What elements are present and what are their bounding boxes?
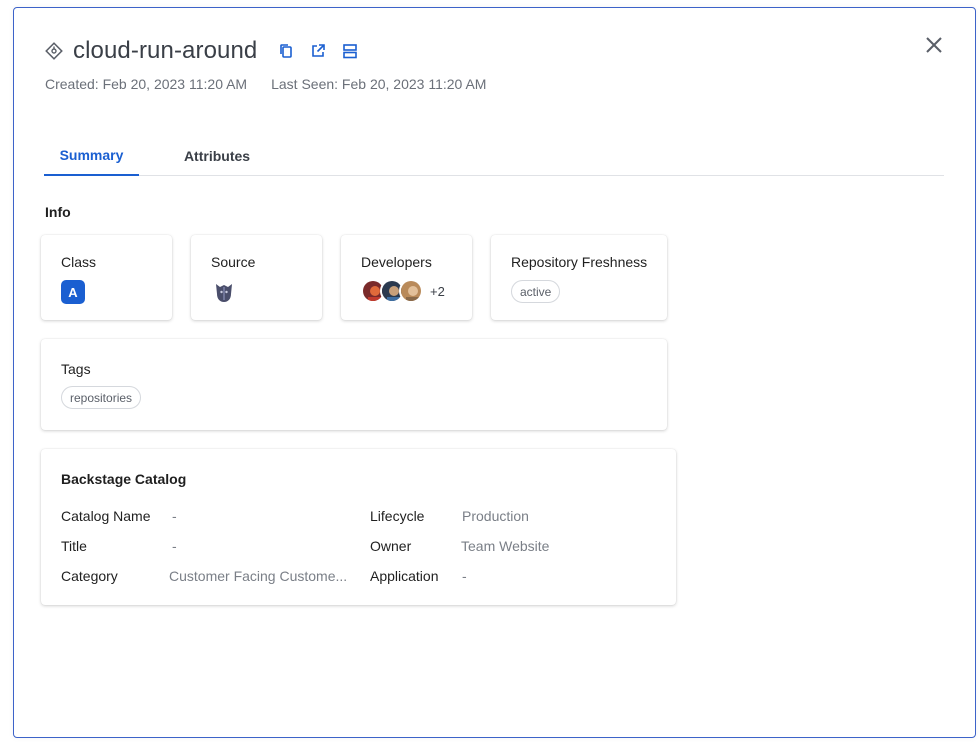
developers-label: Developers bbox=[361, 254, 432, 270]
page-title: cloud-run-around bbox=[73, 37, 258, 64]
class-label: Class bbox=[61, 254, 97, 270]
class-badge: A bbox=[61, 280, 85, 304]
owner-value: Team Website bbox=[461, 538, 550, 554]
lifecycle-label: Lifecycle bbox=[370, 508, 425, 524]
tab-bar: Summary Attributes bbox=[44, 135, 944, 176]
freshness-label: Repository Freshness bbox=[511, 254, 648, 270]
title-row: cloud-run-around bbox=[44, 36, 359, 66]
more-developers-count[interactable]: +2 bbox=[430, 284, 445, 299]
backstage-catalog-card: Backstage Catalog Catalog Name - Title -… bbox=[41, 449, 676, 605]
created-timestamp: Created: Feb 20, 2023 11:20 AM bbox=[45, 76, 248, 92]
source-card: Source bbox=[191, 235, 322, 320]
close-icon[interactable] bbox=[923, 34, 945, 56]
lifecycle-value: Production bbox=[462, 508, 529, 524]
category-value: Customer Facing Custome... bbox=[169, 568, 348, 584]
last-seen-timestamp: Last Seen: Feb 20, 2023 11:20 AM bbox=[271, 76, 487, 92]
tab-summary[interactable]: Summary bbox=[44, 135, 139, 176]
open-external-icon[interactable] bbox=[309, 42, 327, 60]
title-value: - bbox=[172, 538, 177, 554]
split-view-icon[interactable] bbox=[341, 42, 359, 60]
developers-card: Developers +2 bbox=[341, 235, 472, 320]
catalog-title: Backstage Catalog bbox=[61, 471, 187, 487]
copy-icon[interactable] bbox=[277, 42, 295, 60]
entity-detail-panel: cloud-run-around Created: Feb 20, 2023 1… bbox=[13, 7, 976, 738]
info-section-label: Info bbox=[45, 204, 71, 220]
tag-chip[interactable]: repositories bbox=[61, 386, 142, 409]
freshness-status-chip: active bbox=[511, 280, 561, 303]
category-label: Category bbox=[61, 568, 118, 584]
owner-label: Owner bbox=[370, 538, 412, 554]
catalog-name-value: - bbox=[172, 508, 177, 524]
tags-label: Tags bbox=[61, 361, 91, 377]
developer-avatars[interactable]: +2 bbox=[361, 279, 445, 303]
application-value: - bbox=[462, 568, 467, 584]
catalog-name-label: Catalog Name bbox=[61, 508, 151, 524]
application-label: Application bbox=[370, 568, 439, 584]
git-commit-diamond-icon bbox=[44, 41, 64, 61]
ghost-logo-icon bbox=[213, 280, 235, 304]
class-card: Class A bbox=[41, 235, 172, 320]
repository-freshness-card: Repository Freshness active bbox=[491, 235, 667, 320]
title-label: Title bbox=[61, 538, 87, 554]
tags-card: Tags repositories bbox=[41, 339, 667, 430]
meta-row: Created: Feb 20, 2023 11:20 AM Last Seen… bbox=[45, 76, 486, 92]
source-label: Source bbox=[211, 254, 256, 270]
avatar[interactable] bbox=[399, 279, 423, 303]
title-actions bbox=[277, 42, 359, 60]
tab-attributes[interactable]: Attributes bbox=[167, 135, 267, 176]
